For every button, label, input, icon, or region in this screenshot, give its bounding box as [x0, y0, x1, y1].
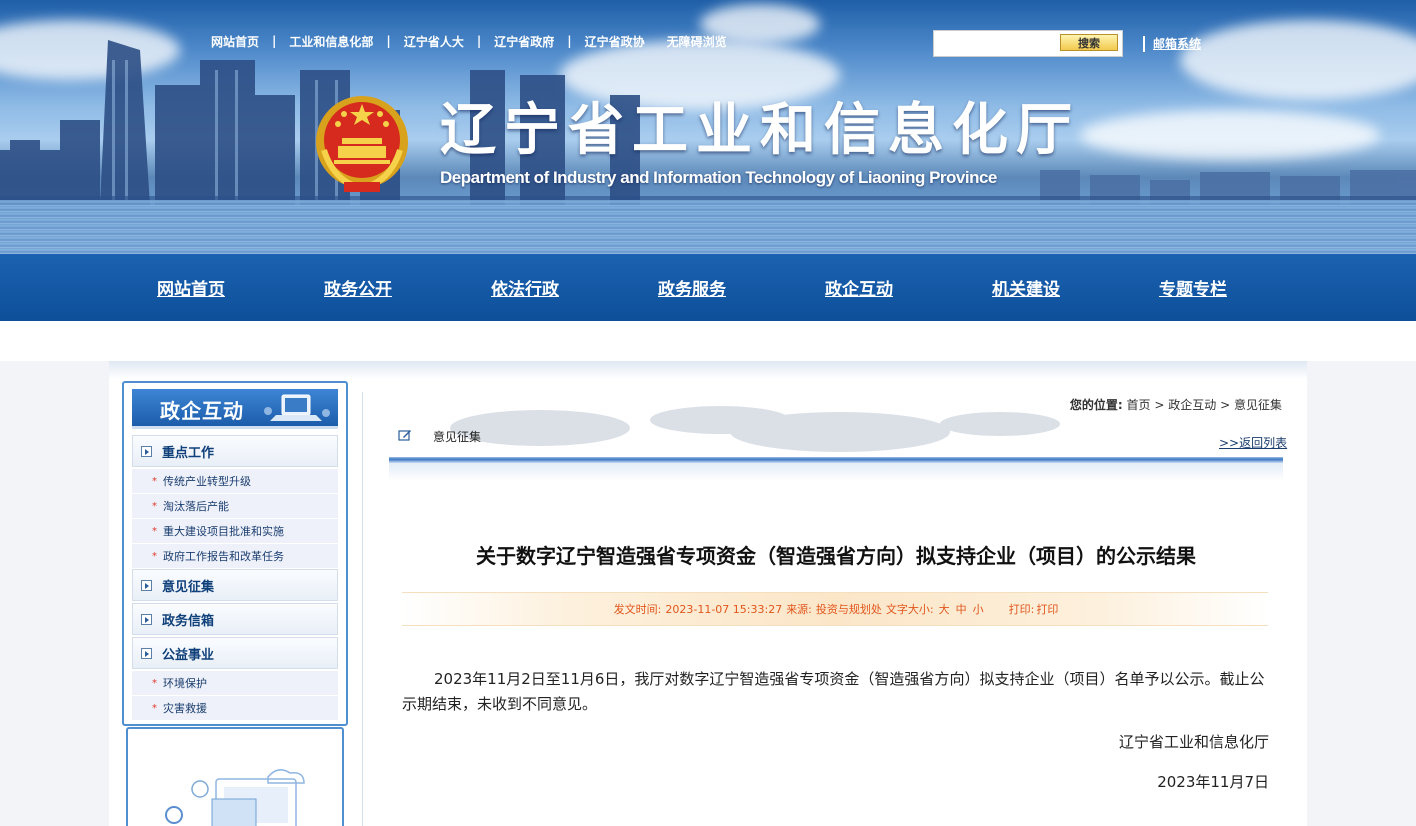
star-bullet-icon: *	[152, 677, 157, 689]
meta-source: 投资与规划处	[815, 603, 882, 616]
separator: |	[386, 34, 391, 48]
font-size-small-button[interactable]: 小	[973, 601, 984, 617]
sidebar-category-label: 公益事业	[162, 647, 215, 663]
sidebar-header: 政企互动	[132, 389, 338, 429]
separator: |	[272, 34, 277, 48]
nav-government-affairs[interactable]: 政务公开	[288, 254, 428, 321]
sidebar-category-public-welfare[interactable]: 公益事业	[132, 637, 338, 669]
article-body: 2023年11月2日至11月6日，我厅对数字辽宁智造强省专项资金（智造强省方向）…	[402, 670, 1265, 713]
sidebar-category-opinion-collection[interactable]: 意见征集	[132, 569, 338, 601]
meta-time-label: 发文时间:	[613, 603, 662, 616]
arrow-box-icon	[141, 579, 152, 591]
edit-icon	[398, 430, 411, 441]
sidebar-title: 政企互动	[160, 399, 244, 423]
sidebar-category-label: 意见征集	[162, 579, 215, 595]
breadcrumb-separator: >	[1154, 398, 1165, 412]
meta-print-label: 打印:	[1008, 603, 1035, 616]
top-links: 网站首页 | 工业和信息化部 | 辽宁省人大 | 辽宁省政府 | 辽宁省政协 无…	[211, 32, 727, 50]
star-bullet-icon: *	[152, 525, 157, 537]
article-meta-bar: 发文时间: 2023-11-07 15:33:27 来源: 投资与规划处 文字大…	[402, 592, 1268, 626]
nav-organization[interactable]: 机关建设	[956, 254, 1096, 321]
print-button[interactable]: 打印	[1036, 601, 1058, 617]
digital-services-illustration	[165, 769, 305, 826]
site-title: 辽宁省工业和信息化厅	[440, 97, 1080, 163]
breadcrumb-separator: >	[1220, 398, 1231, 412]
breadcrumb-interaction[interactable]: 政企互动	[1168, 398, 1216, 412]
arrow-box-icon	[141, 613, 152, 625]
nav-services[interactable]: 政务服务	[622, 254, 762, 321]
header-banner: 网站首页 | 工业和信息化部 | 辽宁省人大 | 辽宁省政府 | 辽宁省政协 无…	[0, 0, 1416, 254]
national-emblem-icon	[316, 96, 408, 192]
top-link-npc[interactable]: 辽宁省人大	[404, 33, 464, 50]
top-link-miit[interactable]: 工业和信息化部	[289, 33, 373, 50]
site-subtitle: Department of Industry and Information T…	[440, 168, 997, 187]
sidebar-subitem-disaster-relief[interactable]: * 灾害救援	[132, 696, 338, 721]
arrow-box-icon	[141, 647, 152, 659]
sidebar-category-label: 重点工作	[162, 445, 215, 461]
water-reflection	[0, 200, 1416, 254]
nav-home[interactable]: 网站首页	[121, 254, 261, 321]
article-title: 关于数字辽宁智造强省专项资金（智造强省方向）拟支持企业（项目）的公示结果	[476, 544, 1196, 568]
star-bullet-icon: *	[152, 475, 157, 487]
section-divider-shadow	[389, 463, 1283, 481]
top-link-accessibility[interactable]: 无障碍浏览	[667, 33, 727, 50]
nav-administration[interactable]: 依法行政	[455, 254, 595, 321]
article-date: 2023年11月7日	[1157, 773, 1269, 791]
sidebar-category-mailbox[interactable]: 政务信箱	[132, 603, 338, 635]
top-link-home[interactable]: 网站首页	[211, 33, 259, 50]
meta-source-label: 来源:	[786, 603, 812, 616]
star-bullet-icon: *	[152, 500, 157, 512]
sidebar-category-key-work[interactable]: 重点工作	[132, 435, 338, 467]
breadcrumb-opinion[interactable]: 意见征集	[1234, 398, 1282, 412]
mail-system-link[interactable]: 邮箱系统	[1143, 36, 1201, 52]
sidebar-subitem-major-projects[interactable]: * 重大建设项目批准和实施	[132, 519, 338, 544]
laptop-icon	[264, 394, 330, 421]
font-size-medium-button[interactable]: 中	[956, 601, 967, 617]
sidebar-list: 重点工作 * 传统产业转型升级 * 淘汰落后产能 * 重大建设项目批准和实施 *…	[132, 435, 338, 721]
sidebar-promo-panel	[126, 727, 344, 826]
meta-time: 2023-11-07 15:33:27	[665, 602, 783, 616]
spacer-strip	[0, 321, 1416, 361]
world-map-decoration	[450, 406, 1060, 452]
sidebar-subitem-label: 重大建设项目批准和实施	[163, 525, 284, 538]
font-size-large-button[interactable]: 大	[939, 601, 950, 617]
section-title: 意见征集	[433, 430, 482, 444]
breadcrumb-home[interactable]: 首页	[1127, 398, 1151, 412]
sidebar-subitem-label: 环境保护	[163, 677, 207, 690]
star-bullet-icon: *	[152, 550, 157, 562]
separator: |	[476, 34, 482, 48]
sidebar-subitem-label: 政府工作报告和改革任务	[163, 550, 284, 563]
nav-topics[interactable]: 专题专栏	[1123, 254, 1263, 321]
search-button[interactable]: 搜索	[1060, 34, 1118, 51]
article-signature: 辽宁省工业和信息化厅	[1118, 733, 1269, 751]
content-top-gradient	[109, 361, 1307, 379]
arrow-box-icon	[141, 445, 152, 457]
sidebar-subitem-eliminate-capacity[interactable]: * 淘汰落后产能	[132, 494, 338, 519]
main-nav: 网站首页 政务公开 依法行政 政务服务 政企互动 机关建设 专题专栏	[0, 254, 1416, 321]
sidebar-category-label: 政务信箱	[162, 613, 215, 629]
breadcrumb: 您的位置: 首页 > 政企互动 > 意见征集	[1070, 396, 1282, 413]
sidebar-subitem-industry-upgrade[interactable]: * 传统产业转型升级	[132, 469, 338, 494]
sidebar-subitem-environment[interactable]: * 环境保护	[132, 671, 338, 696]
sidebar-subitem-label: 传统产业转型升级	[163, 475, 251, 488]
sidebar-subitem-label: 淘汰落后产能	[163, 500, 229, 513]
breadcrumb-prefix: 您的位置:	[1069, 398, 1123, 412]
nav-interaction[interactable]: 政企互动	[789, 254, 929, 321]
sidebar-subitem-label: 灾害救援	[163, 702, 207, 715]
top-link-cppcc[interactable]: 辽宁省政协	[585, 33, 645, 50]
back-to-list-link[interactable]: >>返回列表	[1219, 434, 1287, 451]
sidebar: 政企互动 重点工作 * 传统产业转型升级 * 淘汰落后产能 * 重大建设项目批准…	[122, 381, 348, 726]
separator: |	[567, 34, 572, 48]
star-bullet-icon: *	[152, 702, 157, 714]
sidebar-subitem-work-report[interactable]: * 政府工作报告和改革任务	[132, 544, 338, 569]
meta-font-size-label: 文字大小:	[885, 603, 934, 616]
top-link-government[interactable]: 辽宁省政府	[494, 33, 554, 50]
